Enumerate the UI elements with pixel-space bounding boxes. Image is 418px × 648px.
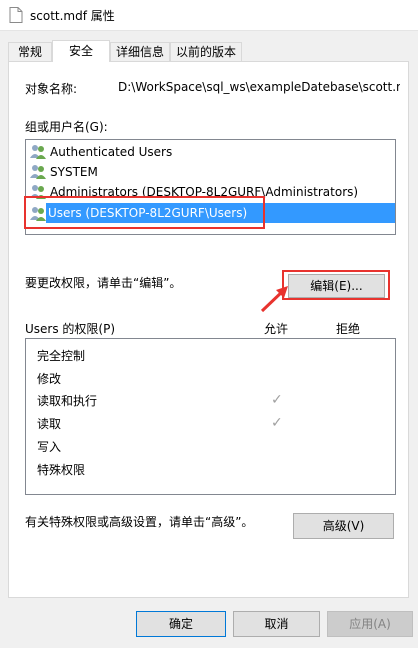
apply-button[interactable]: 应用(A) — [327, 611, 413, 637]
permission-name: 写入 — [37, 440, 62, 454]
permissions-list: 完全控制 修改 读取和执行 ✓ 读取 ✓ 写入 特殊权限 — [25, 338, 396, 495]
tab-previous-versions[interactable]: 以前的版本 — [170, 42, 242, 61]
permission-name: 特殊权限 — [37, 463, 86, 477]
user-group-icon — [30, 165, 46, 179]
permission-row: 读取 — [37, 415, 61, 433]
cancel-button[interactable]: 取消 — [233, 611, 320, 637]
object-name-label: 对象名称: — [25, 82, 78, 96]
ok-button[interactable]: 确定 — [136, 611, 226, 637]
allow-header: 允许 — [264, 322, 289, 336]
edit-hint: 要更改权限，请单击“编辑”。 — [25, 276, 182, 290]
advanced-hint: 有关特殊权限或高级设置，请单击“高级”。 — [25, 515, 254, 529]
permission-row: 读取和执行 — [37, 392, 97, 410]
permissions-label: Users 的权限(P) — [25, 322, 116, 336]
annotation-arrow-icon — [260, 286, 288, 313]
list-item[interactable]: Authenticated Users — [28, 142, 395, 162]
annotation-highlight-user — [24, 196, 265, 229]
permission-row: 修改 — [37, 370, 61, 388]
group-label: 组或用户名(G): — [25, 120, 108, 134]
object-name-value: D:\WorkSpace\sql_ws\exampleDatebase\scot… — [118, 80, 400, 94]
tab-general[interactable]: 常规 — [8, 42, 52, 61]
permission-row: 完全控制 — [37, 347, 85, 365]
annotation-highlight-edit — [282, 270, 390, 300]
dialog-footer: 确定 取消 应用(A) — [0, 598, 418, 648]
permission-name: 修改 — [37, 372, 62, 386]
window-title: scott.mdf 属性 — [30, 9, 115, 23]
user-group-icon — [30, 145, 46, 159]
permission-row: 特殊权限 — [37, 461, 85, 479]
allow-check-icon: ✓ — [271, 415, 283, 431]
permission-row: 写入 — [37, 438, 61, 456]
tab-security[interactable]: 安全 — [52, 40, 110, 62]
title-bar: scott.mdf 属性 — [0, 0, 418, 31]
list-item[interactable]: SYSTEM — [28, 162, 395, 182]
deny-header: 拒绝 — [336, 322, 361, 336]
tab-details[interactable]: 详细信息 — [110, 42, 170, 61]
permission-name: 完全控制 — [37, 349, 86, 363]
permission-name: 读取和执行 — [37, 394, 98, 408]
allow-check-icon: ✓ — [271, 392, 283, 408]
permission-name: 读取 — [37, 417, 62, 431]
user-name: Authenticated Users — [50, 145, 173, 159]
advanced-button[interactable]: 高级(V) — [293, 513, 394, 539]
user-name: SYSTEM — [50, 165, 98, 179]
file-icon — [9, 7, 23, 23]
